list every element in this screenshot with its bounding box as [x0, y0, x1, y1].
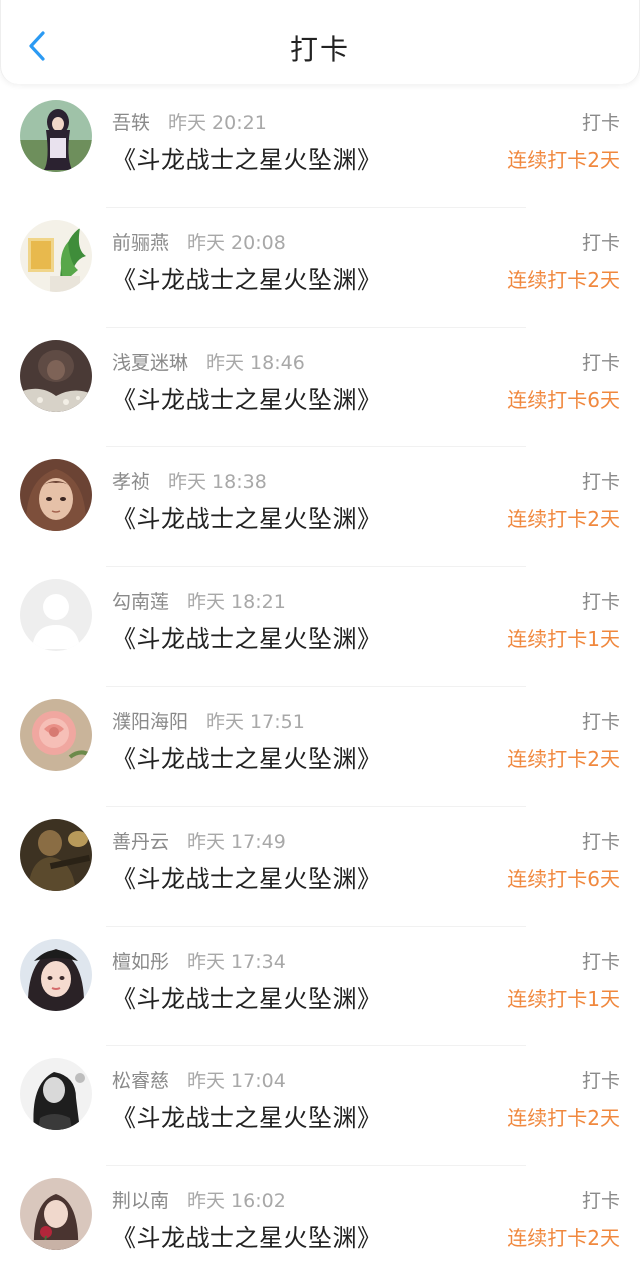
checkin-label: 打卡 [581, 710, 620, 733]
avatar[interactable] [20, 339, 92, 412]
list-item[interactable]: 浅夏迷琳 昨天 18:46 《斗龙战士之星火坠渊》 打卡 连续打卡6天 [0, 328, 640, 448]
book-title[interactable]: 《斗龙战士之星火坠渊》 [112, 619, 382, 654]
checkin-time: 昨天 17:49 [187, 830, 286, 853]
user-name: 濮阳海阳 昨天 17:51 [112, 707, 305, 734]
book-title[interactable]: 《斗龙战士之星火坠渊》 [112, 499, 382, 534]
avatar[interactable] [20, 219, 92, 292]
checkin-label: 打卡 [581, 351, 620, 374]
book-title[interactable]: 《斗龙战士之星火坠渊》 [112, 859, 382, 894]
streak-badge: 连续打卡1天 [507, 627, 620, 652]
list-item[interactable]: 善丹云 昨天 17:49 《斗龙战士之星火坠渊》 打卡 连续打卡6天 [0, 807, 640, 927]
avatar[interactable] [20, 579, 92, 652]
checkin-label: 打卡 [581, 1190, 620, 1213]
checkin-label: 打卡 [581, 591, 620, 614]
user-name-text: 濮阳海阳 [112, 710, 189, 733]
checkin-time: 昨天 18:46 [206, 351, 305, 374]
checkin-time: 昨天 18:38 [168, 471, 267, 494]
checkin-label: 打卡 [581, 830, 620, 853]
avatar[interactable] [20, 1178, 92, 1251]
avatar[interactable] [20, 100, 92, 172]
avatar[interactable] [20, 1058, 92, 1131]
user-name-text: 吾轶 [112, 112, 151, 134]
user-name-text: 勾南莲 [112, 591, 170, 614]
list-item[interactable]: 松睿慈 昨天 17:04 《斗龙战士之星火坠渊》 打卡 连续打卡2天 [0, 1046, 640, 1167]
user-name: 孝祯 昨天 18:38 [112, 467, 267, 494]
top-nav-bar: 打卡 [0, 0, 640, 84]
user-name: 浅夏迷琳 昨天 18:46 [112, 348, 305, 375]
streak-badge: 连续打卡2天 [507, 507, 620, 532]
book-title[interactable]: 《斗龙战士之星火坠渊》 [112, 739, 382, 774]
checkin-time: 昨天 17:51 [206, 710, 305, 733]
streak-badge: 连续打卡6天 [507, 866, 620, 891]
checkin-time: 昨天 17:34 [187, 950, 286, 973]
book-title[interactable]: 《斗龙战士之星火坠渊》 [112, 979, 382, 1014]
user-name: 善丹云 昨天 17:49 [112, 827, 286, 854]
streak-badge: 连续打卡2天 [507, 746, 620, 771]
list-item[interactable]: 吾轶 昨天 20:21 《斗龙战士之星火坠渊》 打卡 连续打卡2天 [0, 88, 640, 208]
streak-badge: 连续打卡2天 [507, 1106, 620, 1131]
list-item[interactable]: 檀如彤 昨天 17:34 《斗龙战士之星火坠渊》 打卡 连续打卡1天 [0, 927, 640, 1047]
book-title[interactable]: 《斗龙战士之星火坠渊》 [112, 260, 382, 295]
page-title: 打卡 [289, 33, 350, 66]
list-item[interactable]: 孝祯 昨天 18:38 《斗龙战士之星火坠渊》 打卡 连续打卡2天 [0, 447, 640, 568]
user-name-text: 孝祯 [112, 471, 151, 494]
user-name: 吾轶 昨天 20:21 [112, 108, 267, 135]
avatar[interactable] [20, 698, 92, 771]
user-name: 荆以南 昨天 16:02 [112, 1186, 286, 1213]
avatar[interactable] [20, 459, 92, 532]
book-title[interactable]: 《斗龙战士之星火坠渊》 [112, 380, 382, 415]
user-name-text: 浅夏迷琳 [112, 351, 189, 374]
book-title[interactable]: 《斗龙战士之星火坠渊》 [112, 1098, 382, 1133]
streak-badge: 连续打卡1天 [507, 986, 620, 1011]
user-name: 勾南莲 昨天 18:21 [112, 587, 286, 614]
user-name-text: 松睿慈 [112, 1070, 170, 1093]
user-name: 松睿慈 昨天 17:04 [112, 1066, 286, 1093]
checkin-time: 昨天 18:21 [187, 591, 286, 614]
checkin-label: 打卡 [581, 950, 620, 973]
book-title[interactable]: 《斗龙战士之星火坠渊》 [112, 140, 382, 175]
list-item[interactable]: 荆以南 昨天 16:02 《斗龙战士之星火坠渊》 打卡 连续打卡2天 [0, 1166, 640, 1264]
user-name-text: 善丹云 [112, 830, 170, 853]
streak-badge: 连续打卡2天 [507, 148, 620, 172]
list-item[interactable]: 前骊燕 昨天 20:08 《斗龙战士之星火坠渊》 打卡 连续打卡2天 [0, 208, 640, 328]
checkin-time: 昨天 20:08 [187, 231, 286, 254]
user-name-text: 荆以南 [112, 1190, 170, 1213]
checkin-time: 昨天 20:21 [168, 112, 267, 134]
user-name: 檀如彤 昨天 17:34 [112, 947, 286, 974]
checkin-time: 昨天 16:02 [187, 1190, 286, 1213]
user-name-text: 前骊燕 [112, 231, 170, 254]
user-name-text: 檀如彤 [112, 950, 170, 973]
list-item[interactable]: 勾南莲 昨天 18:21 《斗龙战士之星火坠渊》 打卡 连续打卡1天 [0, 567, 640, 687]
checkin-list: 吾轶 昨天 20:21 《斗龙战士之星火坠渊》 打卡 连续打卡2天 前骊燕 昨天 2… [0, 88, 640, 1264]
streak-badge: 连续打卡6天 [507, 387, 620, 412]
checkin-label: 打卡 [581, 231, 620, 254]
checkin-label: 打卡 [581, 112, 620, 134]
checkin-label: 打卡 [581, 1070, 620, 1093]
avatar[interactable] [20, 818, 92, 891]
list-item[interactable]: 濮阳海阳 昨天 17:51 《斗龙战士之星火坠渊》 打卡 连续打卡2天 [0, 687, 640, 807]
checkin-time: 昨天 17:04 [187, 1070, 286, 1093]
checkin-label: 打卡 [581, 471, 620, 494]
streak-badge: 连续打卡2天 [507, 267, 620, 292]
user-name: 前骊燕 昨天 20:08 [112, 228, 286, 255]
book-title[interactable]: 《斗龙战士之星火坠渊》 [112, 1218, 382, 1253]
streak-badge: 连续打卡2天 [507, 1226, 620, 1251]
default-avatar-icon [20, 579, 92, 652]
avatar[interactable] [20, 938, 92, 1011]
